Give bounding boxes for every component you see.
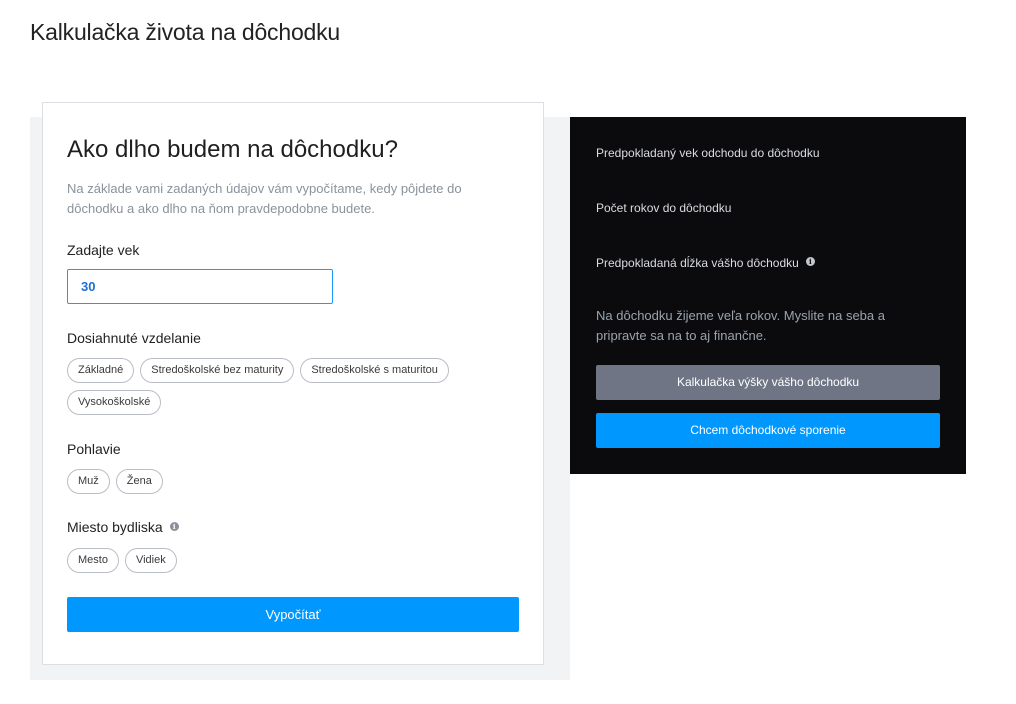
results-panel: Predpokladaný vek odchodu do dôchodku Po…	[570, 117, 966, 474]
education-option-basic[interactable]: Základné	[67, 358, 135, 383]
retirement-length-label-row: Predpokladaná dĺžka vášho dôchodku i	[596, 256, 815, 270]
education-label: Dosiahnuté vzdelanie	[67, 330, 201, 346]
education-option-secondary-maturity[interactable]: Stredoškolské s maturitou	[300, 358, 449, 383]
info-icon[interactable]: i	[169, 522, 179, 531]
education-option-university[interactable]: Vysokoškolské	[67, 390, 162, 415]
calculate-button[interactable]: Vypočítať	[67, 597, 519, 632]
years-to-retirement-label: Počet rokov do dôchodku	[596, 201, 732, 215]
gender-option-female[interactable]: Žena	[115, 469, 163, 494]
residence-label: Miesto bydliska	[67, 519, 163, 535]
residence-options: Mesto Vidiek	[67, 548, 177, 573]
residence-option-city[interactable]: Mesto	[67, 548, 119, 573]
education-options-row-2: Vysokoškolské	[67, 390, 162, 415]
page-title: Kalkulačka života na dôchodku	[30, 19, 341, 45]
age-input[interactable]	[67, 269, 333, 304]
gender-options: Muž Žena	[67, 469, 163, 494]
pension-savings-button[interactable]: Chcem dôchodkové sporenie	[596, 413, 940, 448]
residence-label-row: Miesto bydliska i	[67, 519, 179, 535]
education-option-secondary-no-maturity[interactable]: Stredoškolské bez maturity	[140, 358, 295, 383]
age-label: Zadajte vek	[67, 242, 140, 258]
calculator-form: Ako dlho budem na dôchodku? Na základe v…	[42, 102, 544, 665]
residence-option-countryside[interactable]: Vidiek	[124, 548, 177, 573]
form-title: Ako dlho budem na dôchodku?	[67, 136, 398, 163]
results-note: Na dôchodku žijeme veľa rokov. Myslite n…	[596, 308, 885, 343]
gender-option-male[interactable]: Muž	[67, 469, 110, 494]
pension-calculator-button[interactable]: Kalkulačka výšky vášho dôchodku	[596, 365, 940, 400]
gender-label: Pohlavie	[67, 441, 121, 457]
form-description: Na základe vami zadaných údajov vám vypo…	[67, 181, 462, 216]
info-icon[interactable]: i	[805, 257, 815, 266]
retirement-length-label: Predpokladaná dĺžka vášho dôchodku	[596, 256, 799, 270]
education-options: Základné Stredoškolské bez maturity Stre…	[67, 358, 449, 383]
retirement-age-label: Predpokladaný vek odchodu do dôchodku	[596, 146, 820, 160]
